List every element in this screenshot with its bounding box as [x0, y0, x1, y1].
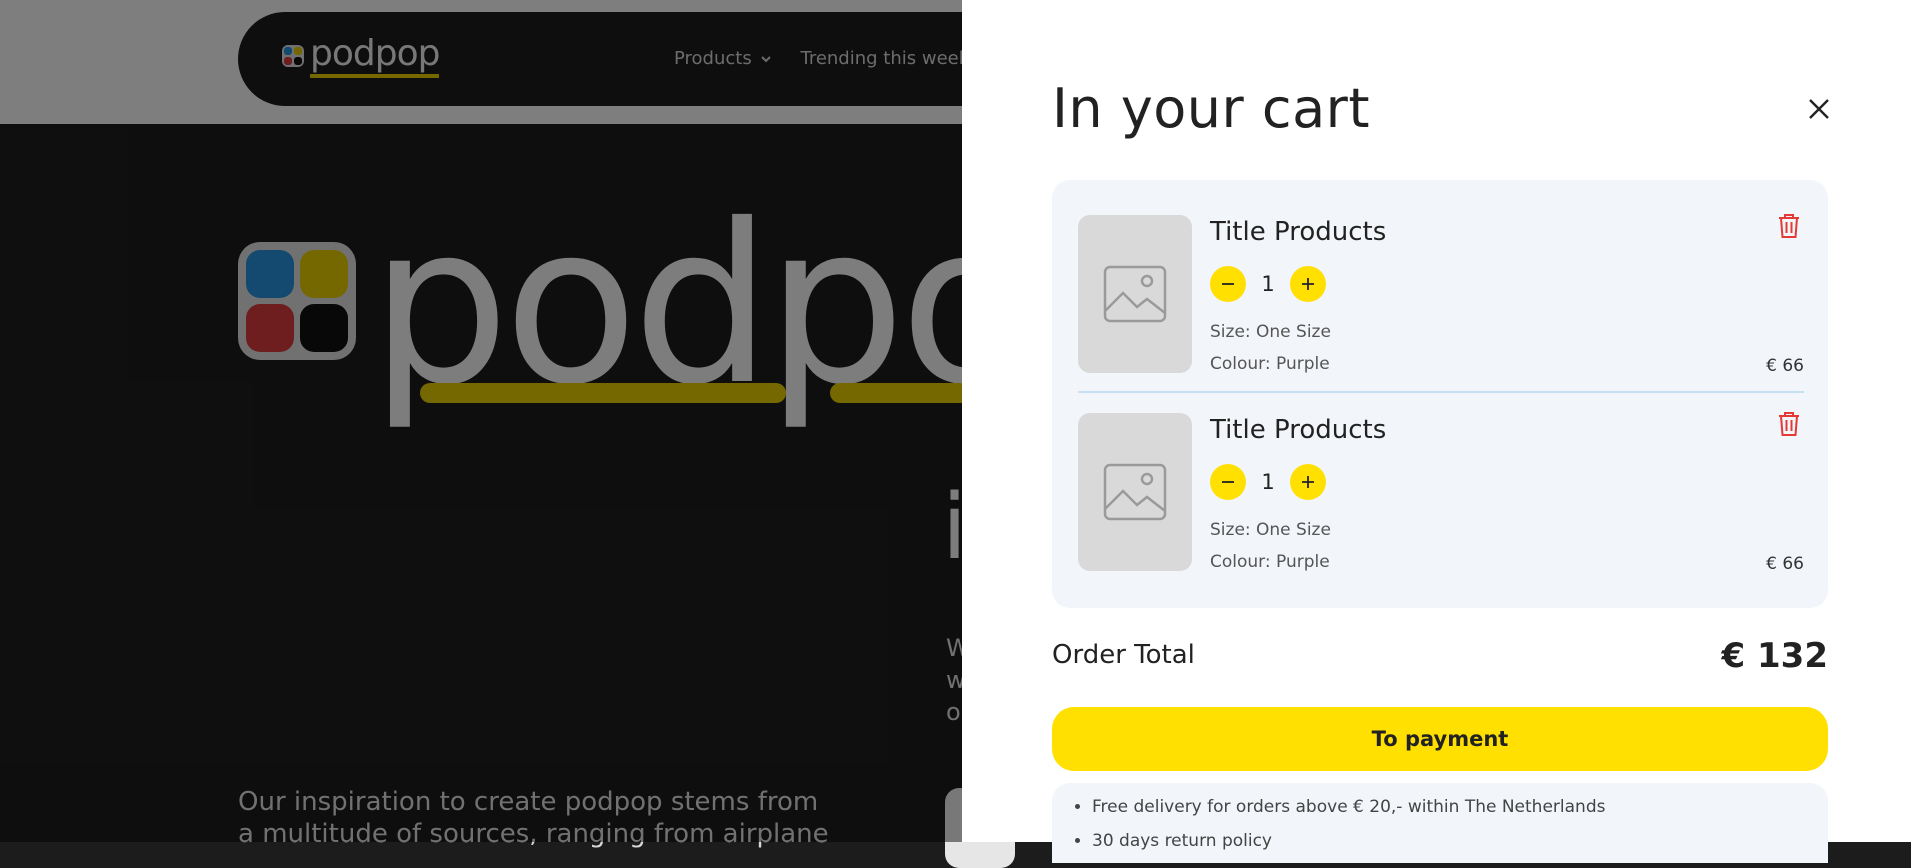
minus-icon [1222, 283, 1234, 285]
cart-items-panel: Title Products 1 Size: One Size Colour: … [1052, 180, 1828, 608]
quantity-value[interactable]: 1 [1246, 470, 1290, 494]
close-icon [1809, 99, 1829, 119]
minus-icon [1222, 481, 1234, 483]
to-payment-button[interactable]: To payment [1052, 707, 1828, 771]
remove-item-button[interactable] [1778, 411, 1802, 437]
cart-item: Title Products 1 Size: One Size Colour: … [1078, 411, 1804, 585]
quantity-value[interactable]: 1 [1246, 272, 1290, 296]
shipping-info-item: Free delivery for orders above € 20,- wi… [1092, 790, 1828, 824]
cart-drawer: In your cart Title Products 1 Size: One … [962, 0, 1911, 863]
product-title[interactable]: Title Products [1210, 215, 1386, 249]
quantity-stepper: 1 [1210, 266, 1326, 302]
product-colour: Colour: Purple [1210, 552, 1330, 572]
order-total-value: € 132 [1721, 636, 1828, 676]
quantity-stepper: 1 [1210, 464, 1326, 500]
shipping-info-panel: Free delivery for orders above € 20,- wi… [1052, 783, 1828, 863]
trash-icon [1779, 214, 1799, 238]
order-total-row: Order Total € 132 [1052, 636, 1828, 680]
plus-icon [1302, 278, 1314, 290]
product-size: Size: One Size [1210, 520, 1331, 540]
close-button[interactable] [1802, 92, 1836, 126]
order-total-label: Order Total [1052, 640, 1195, 670]
shipping-info-item: 30 days return policy [1092, 824, 1828, 858]
remove-item-button[interactable] [1778, 213, 1802, 239]
product-title[interactable]: Title Products [1210, 413, 1386, 447]
product-price: € 66 [1766, 554, 1804, 574]
product-size: Size: One Size [1210, 322, 1331, 342]
decrease-quantity-button[interactable] [1210, 266, 1246, 302]
cart-item: Title Products 1 Size: One Size Colour: … [1078, 213, 1804, 393]
image-placeholder-icon [1103, 463, 1167, 521]
cart-title: In your cart [1052, 77, 1371, 140]
trash-icon [1779, 412, 1799, 436]
increase-quantity-button[interactable] [1290, 266, 1326, 302]
increase-quantity-button[interactable] [1290, 464, 1326, 500]
plus-icon [1302, 476, 1314, 488]
product-thumbnail[interactable] [1078, 413, 1192, 571]
product-colour: Colour: Purple [1210, 354, 1330, 374]
shipping-info-list: Free delivery for orders above € 20,- wi… [1052, 783, 1828, 858]
product-price: € 66 [1766, 356, 1804, 376]
image-placeholder-icon [1103, 265, 1167, 323]
decrease-quantity-button[interactable] [1210, 464, 1246, 500]
product-thumbnail[interactable] [1078, 215, 1192, 373]
